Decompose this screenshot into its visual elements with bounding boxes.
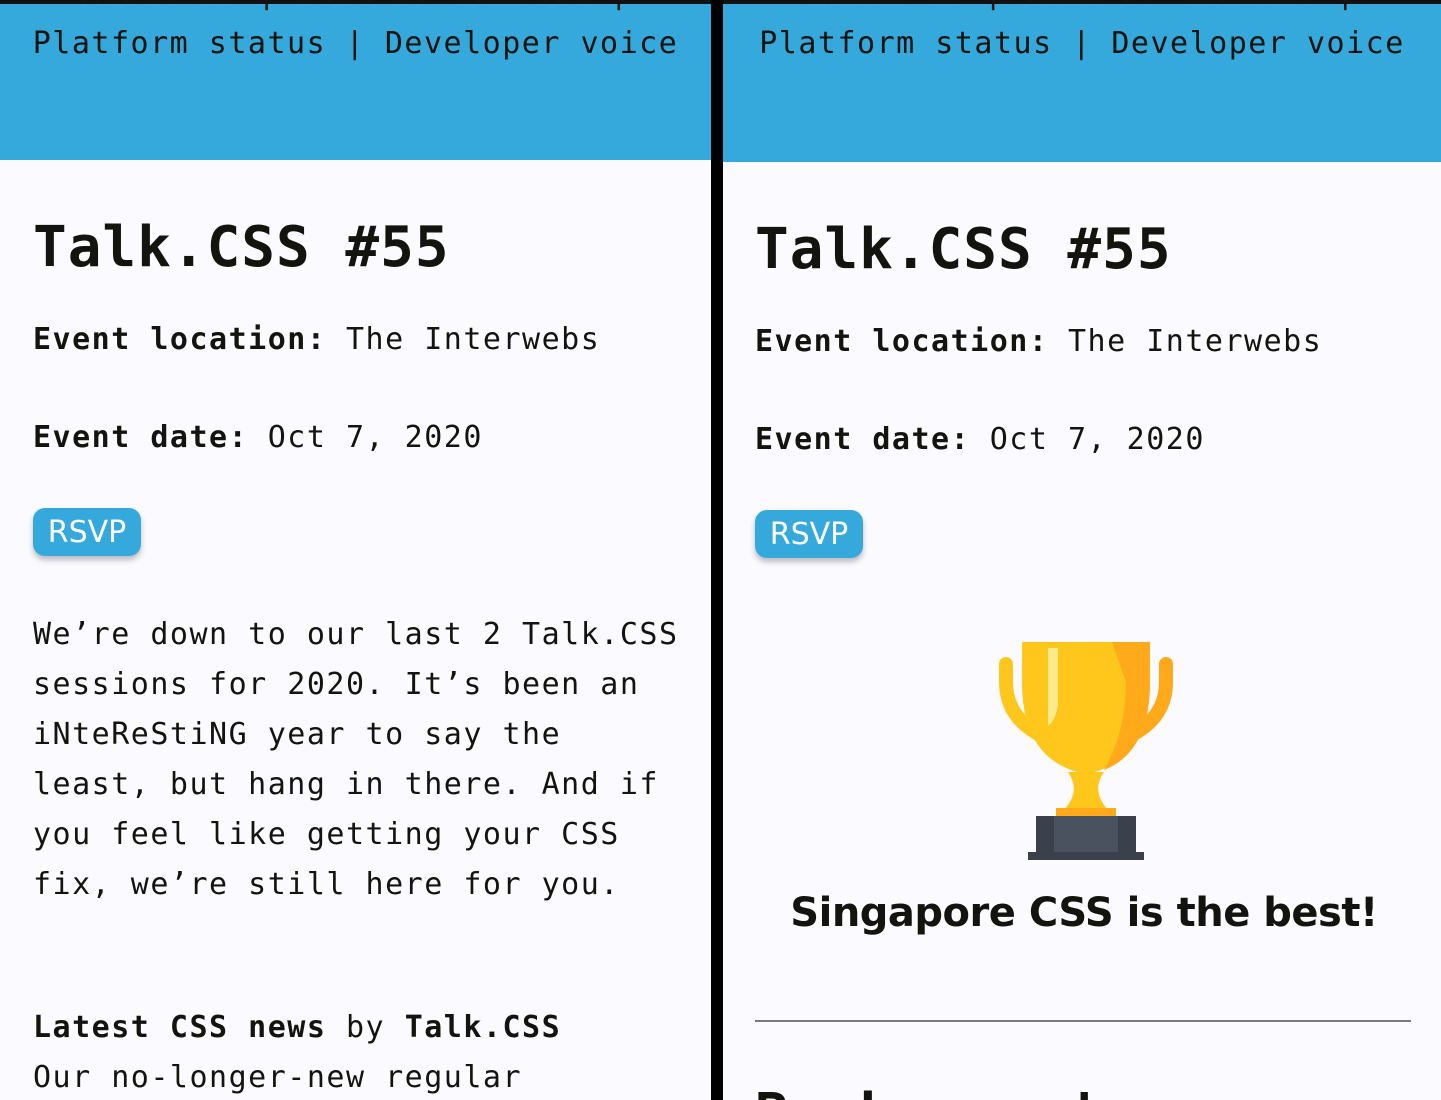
rsvp-button[interactable]: RSVP (755, 510, 863, 558)
event-location-value: The Interwebs (346, 322, 601, 357)
right-pane: About us | Code of conduct | Platform st… (723, 0, 1441, 1100)
nav-links-top[interactable]: About us | Code of conduct | (0, 0, 711, 11)
event-location-label: Event location: (755, 324, 1049, 359)
trophy-caption: Singapore CSS is the best! (790, 890, 1378, 936)
event-date-value: Oct 7, 2020 (267, 420, 483, 455)
news-body: Our no-longer-new regular (33, 1060, 523, 1095)
section-divider (755, 1020, 1411, 1022)
rsvp-button[interactable]: RSVP (33, 508, 141, 556)
site-header: About us | Code of conduct | Platform st… (723, 0, 1441, 162)
event-location-label: Event location: (33, 322, 327, 357)
event-date: Event date: Oct 7, 2020 (755, 420, 1205, 460)
event-location: Event location: The Interwebs (33, 320, 600, 360)
news-author: Talk.CSS (404, 1010, 562, 1045)
left-pane: About us | Code of conduct | Platform st… (0, 0, 711, 1100)
page-title: Talk.CSS #55 (755, 217, 1172, 282)
site-header: About us | Code of conduct | Platform st… (0, 0, 711, 160)
nav-links-top[interactable]: About us | Code of conduct | (723, 0, 1441, 11)
news-title: Latest CSS news (33, 1010, 327, 1045)
section-heading: Back soon! (755, 1082, 1102, 1100)
nav-links-second[interactable]: Platform status | Developer voice (0, 26, 711, 61)
event-location: Event location: The Interwebs (755, 322, 1322, 362)
event-date: Event date: Oct 7, 2020 (33, 418, 483, 458)
trophy-icon (999, 642, 1173, 860)
event-location-value: The Interwebs (1068, 324, 1323, 359)
intro-paragraph: We’re down to our last 2 Talk.CSS sessio… (33, 617, 679, 902)
nav-links-second[interactable]: Platform status | Developer voice (723, 26, 1441, 61)
event-date-value: Oct 7, 2020 (989, 422, 1205, 457)
news-by: by (346, 1010, 386, 1045)
event-date-label: Event date: (755, 422, 971, 457)
event-date-label: Event date: (33, 420, 249, 455)
news-heading: Latest CSS news by Talk.CSS (33, 1008, 561, 1048)
page-title: Talk.CSS #55 (33, 215, 450, 280)
